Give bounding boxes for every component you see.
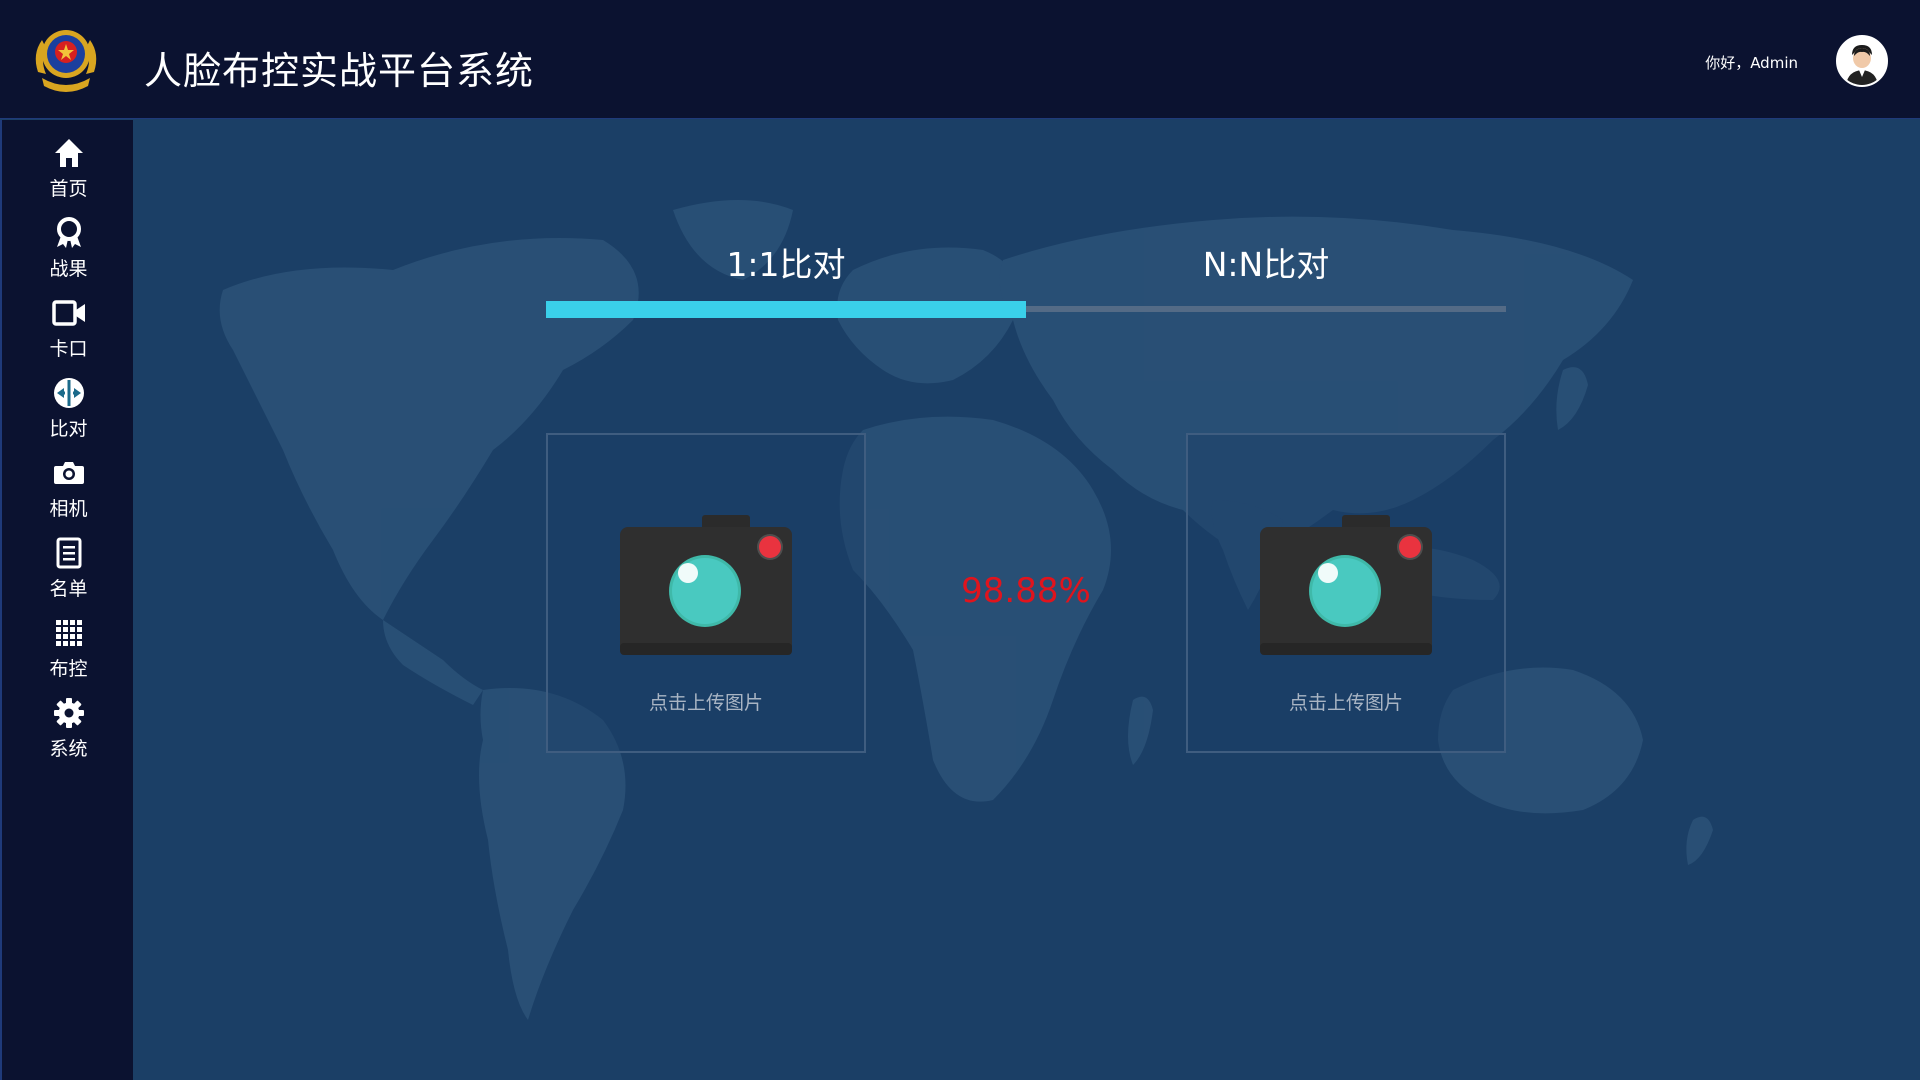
top-header: 人脸布控实战平台系统 你好，Admin bbox=[0, 0, 1920, 119]
video-camera-icon bbox=[51, 300, 85, 326]
sidebar-item-label: 战果 bbox=[49, 258, 88, 280]
sidebar-item-list[interactable]: 名单 bbox=[2, 526, 135, 604]
sidebar-item-checkpoint[interactable]: 卡口 bbox=[2, 286, 135, 364]
camera-icon bbox=[1260, 515, 1432, 655]
award-icon bbox=[56, 217, 81, 248]
sidebar-item-compare[interactable]: 比对 bbox=[2, 366, 135, 444]
main-content: 1:1比对 N:N比对 点击上传图片 98.88% 点击上传图片 bbox=[133, 120, 1920, 1080]
app-title: 人脸布控实战平台系统 bbox=[144, 49, 535, 93]
sidebar-item-label: 系统 bbox=[49, 738, 88, 760]
upload-hint-left: 点击上传图片 bbox=[648, 692, 763, 714]
similarity-score: 98.88% bbox=[961, 571, 1091, 611]
sidebar-item-label: 卡口 bbox=[49, 338, 88, 360]
tab-one-to-one[interactable]: 1:1比对 bbox=[546, 238, 1026, 308]
sidebar-item-label: 相机 bbox=[49, 498, 88, 520]
upload-box-left[interactable]: 点击上传图片 bbox=[546, 433, 866, 753]
camera-icon bbox=[53, 462, 84, 484]
sidebar-item-system[interactable]: 系统 bbox=[2, 686, 135, 764]
sidebar-item-camera[interactable]: 相机 bbox=[2, 446, 135, 524]
sidebar-item-home[interactable]: 首页 bbox=[2, 126, 135, 204]
upload-box-right[interactable]: 点击上传图片 bbox=[1186, 433, 1506, 753]
user-avatar-icon[interactable] bbox=[1836, 35, 1888, 87]
tab-n-to-n[interactable]: N:N比对 bbox=[1026, 238, 1506, 308]
camera-icon bbox=[620, 515, 792, 655]
sidebar-item-label: 比对 bbox=[49, 418, 88, 440]
user-greeting: 你好，Admin bbox=[1705, 54, 1798, 72]
home-icon bbox=[54, 139, 83, 167]
compare-icon bbox=[53, 378, 84, 408]
active-tab-indicator bbox=[546, 301, 1026, 318]
sidebar-item-label: 首页 bbox=[49, 178, 88, 200]
grid-icon bbox=[55, 620, 82, 646]
document-list-icon bbox=[56, 537, 81, 569]
sidebar-nav: 首页 战果 卡口 比对 相机 名单 布控 系统 bbox=[0, 120, 133, 1080]
sidebar-item-label: 布控 bbox=[49, 658, 88, 680]
upload-hint-right: 点击上传图片 bbox=[1288, 692, 1403, 714]
sidebar-item-deploy[interactable]: 布控 bbox=[2, 606, 135, 684]
sidebar-item-results[interactable]: 战果 bbox=[2, 206, 135, 284]
gear-icon bbox=[53, 698, 84, 728]
police-emblem-icon bbox=[28, 20, 104, 96]
sidebar-item-label: 名单 bbox=[49, 578, 88, 600]
